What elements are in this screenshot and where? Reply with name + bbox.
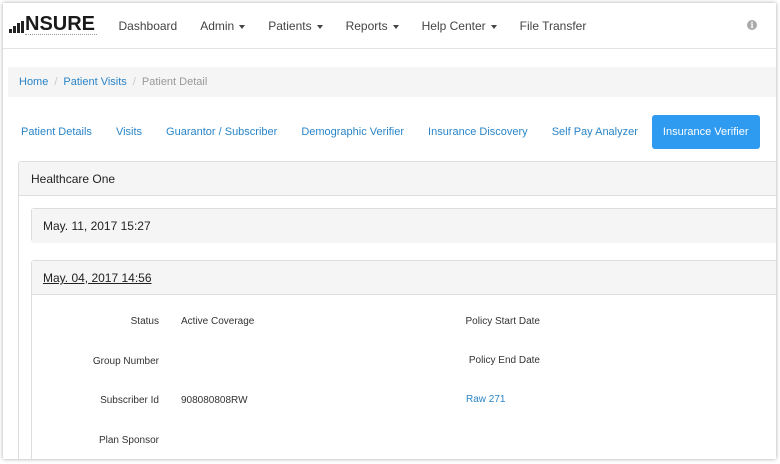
status-value: Active Coverage: [181, 316, 255, 327]
verification-entry: May. 11, 2017 15:27: [31, 208, 776, 243]
raw-271-link[interactable]: Raw 271: [466, 394, 505, 405]
nav-reports-label: Reports: [345, 19, 388, 33]
tab-insurance-discovery[interactable]: Insurance Discovery: [416, 115, 540, 149]
policy-start-date-label: Policy Start Date: [465, 316, 540, 327]
tab-patient-details[interactable]: Patient Details: [9, 115, 104, 149]
tab-demographic-verifier[interactable]: Demographic Verifier: [289, 115, 416, 149]
nav-help-center-label: Help Center: [421, 19, 486, 33]
info-circle-icon[interactable]: i: [747, 20, 757, 30]
caret-down-icon: [239, 24, 246, 29]
verification-entry-date[interactable]: May. 04, 2017 14:56: [32, 261, 776, 295]
nav-patients[interactable]: Patients: [257, 3, 334, 49]
top-navbar: NSURE Dashboard Admin Patients Reports H…: [3, 3, 776, 49]
nav-patients-label: Patients: [268, 19, 312, 33]
tab-visits[interactable]: Visits: [104, 115, 154, 149]
payer-panel-title: Healthcare One: [19, 162, 776, 196]
nav-dashboard[interactable]: Dashboard: [107, 3, 189, 49]
brand-name: NSURE: [25, 13, 96, 35]
nav-admin-label: Admin: [200, 19, 235, 33]
nav-help-center[interactable]: Help Center: [410, 3, 508, 49]
nav-dashboard-label: Dashboard: [118, 19, 178, 33]
tab-self-pay-analyzer[interactable]: Self Pay Analyzer: [540, 115, 650, 149]
breadcrumb-separator: /: [54, 76, 58, 88]
app-window: NSURE Dashboard Admin Patients Reports H…: [3, 3, 776, 459]
policy-end-date-label: Policy End Date: [468, 355, 540, 366]
breadcrumb-home[interactable]: Home: [19, 76, 48, 88]
bar-chart-icon: [9, 21, 25, 33]
brand-tagline: [25, 34, 97, 36]
tab-insurance-verifier[interactable]: Insurance Verifier: [651, 115, 760, 149]
main-nav: Dashboard Admin Patients Reports Help Ce…: [107, 3, 598, 49]
caret-down-icon: [316, 24, 323, 29]
tab-guarantor-subscriber[interactable]: Guarantor / Subscriber: [154, 115, 289, 149]
status-label: Status: [130, 316, 159, 327]
subscriber-id-value: 908080808RW: [181, 395, 248, 406]
breadcrumb-patient-visits[interactable]: Patient Visits: [63, 76, 126, 88]
group-number-label: Group Number: [92, 356, 159, 367]
plan-sponsor-label: Plan Sponsor: [98, 435, 159, 446]
breadcrumb: Home / Patient Visits / Patient Detail: [8, 67, 776, 97]
breadcrumb-separator: /: [132, 76, 136, 88]
verification-entry-expanded: May. 04, 2017 14:56 Status Active Covera…: [31, 260, 776, 459]
nav-file-transfer[interactable]: File Transfer: [508, 3, 598, 49]
verification-entry-date[interactable]: May. 11, 2017 15:27: [32, 209, 776, 243]
nav-admin[interactable]: Admin: [189, 3, 257, 49]
caret-down-icon: [490, 24, 497, 29]
subscriber-id-label: Subscriber Id: [100, 395, 159, 406]
nav-file-transfer-label: File Transfer: [519, 19, 587, 33]
patient-tabs: Patient Details Visits Guarantor / Subsc…: [9, 115, 760, 149]
breadcrumb-current: Patient Detail: [141, 76, 208, 88]
caret-down-icon: [392, 24, 399, 29]
nav-reports[interactable]: Reports: [334, 3, 410, 49]
payer-panel: Healthcare One May. 11, 2017 15:27 May. …: [18, 161, 776, 459]
brand-logo[interactable]: NSURE: [9, 13, 101, 41]
